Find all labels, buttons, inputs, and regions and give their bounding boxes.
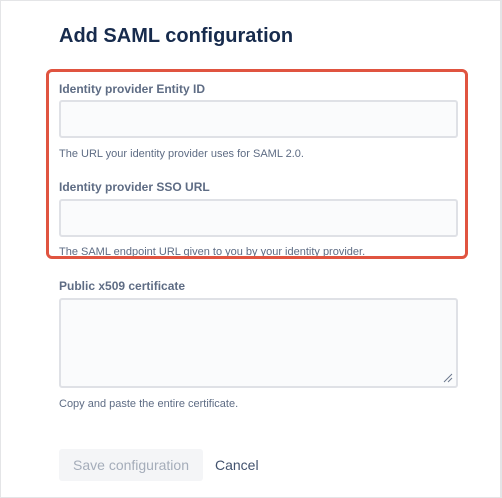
cancel-button[interactable]: Cancel	[207, 449, 267, 481]
resize-handle-icon[interactable]	[441, 371, 453, 383]
saml-config-dialog: Add SAML configuration Identity provider…	[1, 1, 500, 497]
certificate-label: Public x509 certificate	[59, 279, 186, 293]
page-title: Add SAML configuration	[59, 25, 294, 47]
certificate-helper: Copy and paste the entire certificate.	[59, 398, 239, 410]
save-configuration-button[interactable]: Save configuration	[59, 449, 203, 481]
certificate-textarea[interactable]	[59, 298, 458, 388]
highlight-annotation	[46, 69, 468, 259]
